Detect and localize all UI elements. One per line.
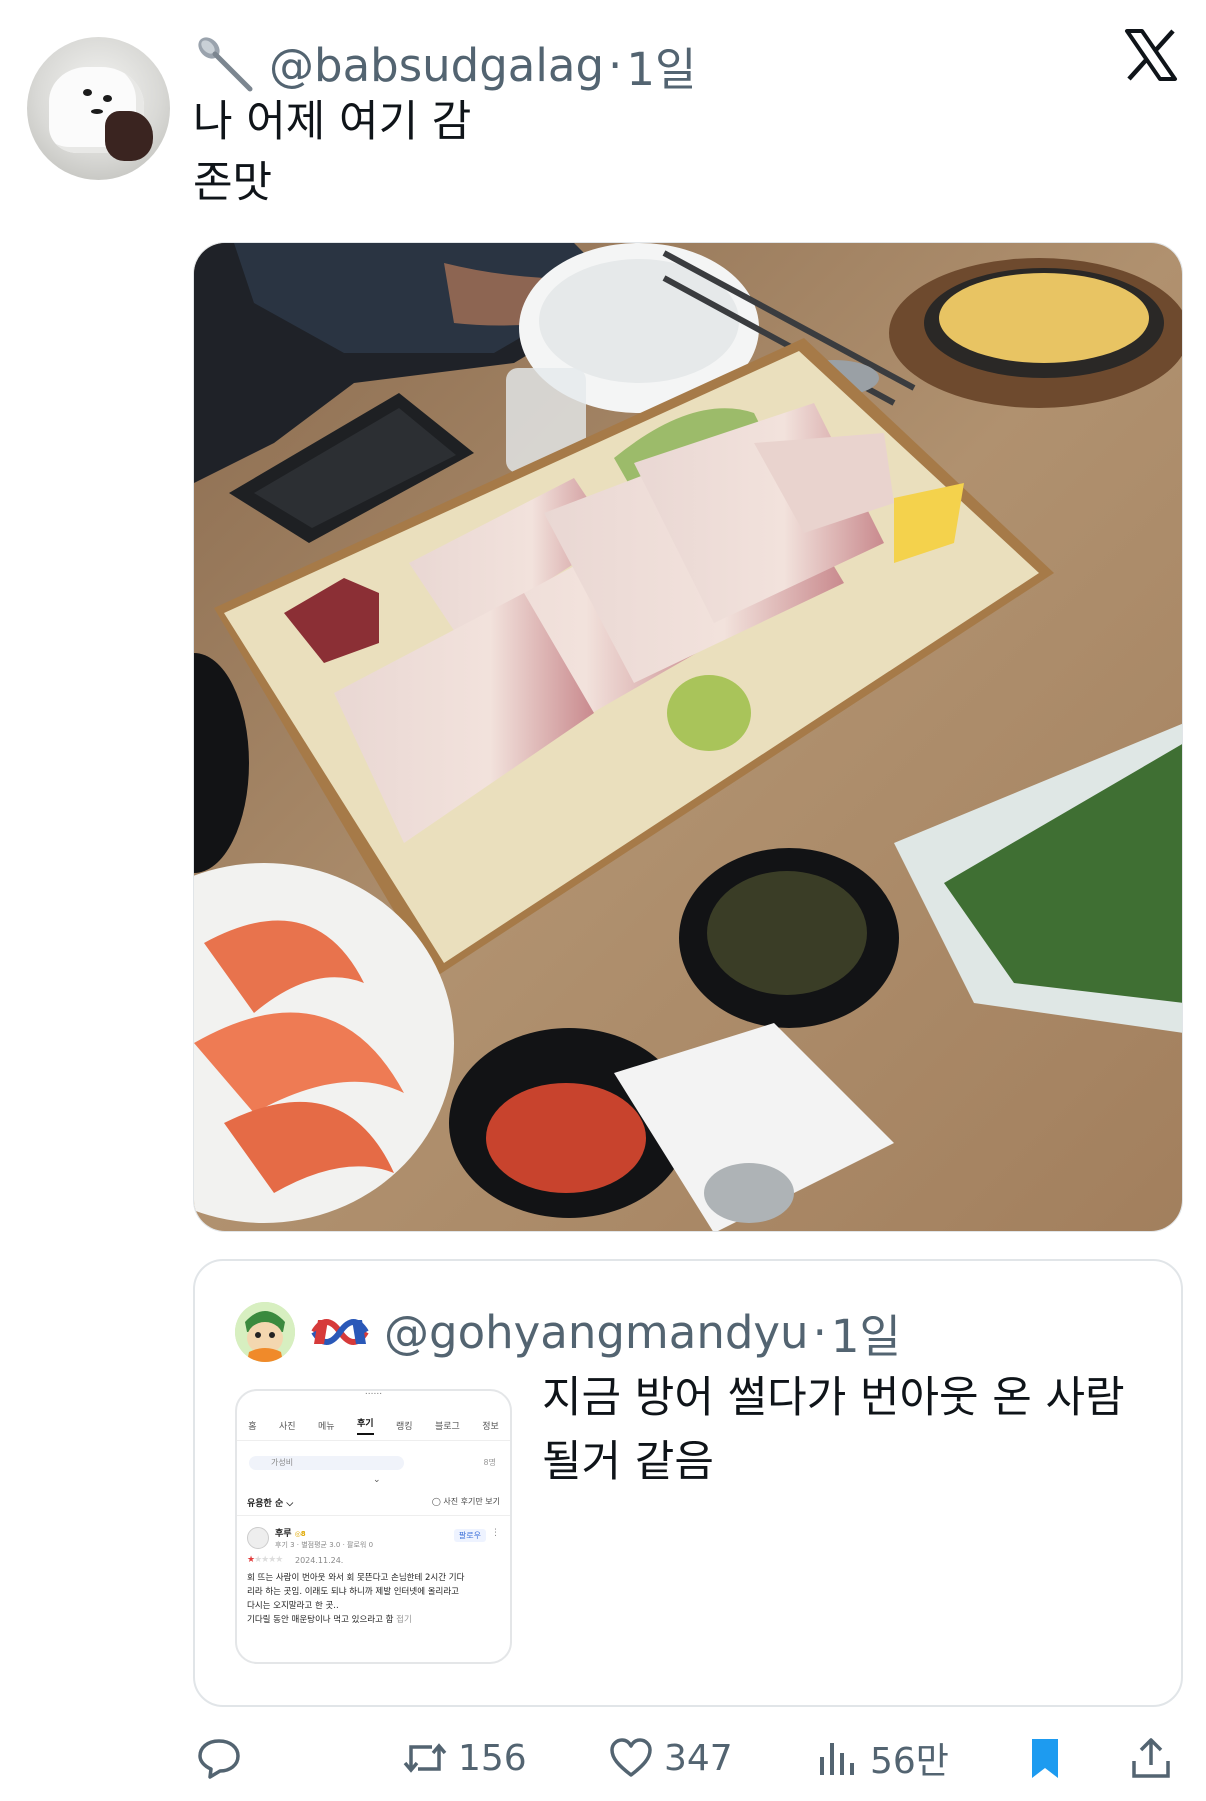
chevron-down-icon: ⌄ [373,1475,381,1485]
review-date: 2024.11.24. [295,1556,344,1565]
bookmark-icon [1032,1739,1058,1778]
review-body: 회 뜨는 사람이 번아웃 와서 회 못뜬다고 손님한테 2시간 기다 리라 하는… [247,1571,509,1627]
screenshot-tabs: 홈 사진 메뉴 후기 랭킹 블로그 정보 [237,1411,510,1441]
views-button[interactable]: 56만 [814,1733,949,1783]
screenshot-tab: 사진 [278,1422,296,1432]
author-handle[interactable]: @babsudgalag [269,39,604,92]
quote-text-line: 될거 같음 [542,1437,714,1487]
share-button[interactable] [1128,1733,1174,1783]
retweet-icon [403,1743,447,1773]
cake-eye [103,95,112,102]
retweet-button[interactable]: 156 [402,1733,527,1783]
cake-mouth [91,109,103,114]
quote-time[interactable]: 1일 [831,1300,901,1365]
reviewer-name: 후루 ◎8 [275,1526,306,1539]
review-collapse: 접기 [396,1615,412,1625]
screenshot-tab: 정보 [482,1422,499,1432]
separator-dot: · [812,1305,827,1359]
quote-author-handle[interactable]: @gohyangmandyu [384,1306,809,1359]
chocolate-graphic [105,111,153,161]
reply-button[interactable] [196,1733,242,1783]
reply-icon [198,1739,240,1779]
tweet-text-line: 나 어제 여기 감 [193,97,472,147]
heart-icon [610,1738,652,1777]
share-icon [1132,1738,1170,1778]
rating-stars: ★★★★★ [247,1555,283,1565]
spoon-icon [198,37,253,92]
screenshot-sort-label: 유용한 순 ⌵ [247,1499,294,1509]
review-line: 다시는 오지말라고 한 곳.. [247,1601,339,1611]
separator-dot: · [608,38,623,92]
retweet-count: 156 [458,1737,527,1779]
review-line: 회 뜨는 사람이 번아웃 와서 회 못뜬다고 손님한테 2시간 기다 [247,1573,465,1583]
reviewer-meta: 후기 3 · 별점평균 3.0 · 팔로워 0 [275,1541,374,1549]
cake-eye [83,89,92,96]
quote-header: @gohyangmandyu · 1일 [310,1299,901,1365]
screenshot-divider [237,1515,510,1516]
author-avatar[interactable] [27,37,170,180]
sashimi-photo-image [194,243,1182,1231]
reviewer-name-text: 후루 [275,1529,292,1539]
like-button[interactable]: 347 [608,1733,733,1783]
views-count: 56만 [870,1741,949,1782]
reviewer-avatar [247,1527,269,1549]
quote-text-line: 지금 방어 썰다가 번아웃 온 사람 [542,1373,1125,1423]
screenshot-title-cut: ...... [364,1389,383,1397]
screenshot-keyword-bar: 가성비 [249,1456,404,1470]
screenshot-keyword-count: 8명 [483,1458,496,1467]
screenshot-photo-only: ◯ 사진 후기만 보기 [431,1497,500,1506]
screenshot-follow-button: 팔로우 [453,1529,486,1542]
bookmark-button[interactable] [1022,1733,1068,1783]
more-dots-icon: ⋮ [491,1528,500,1538]
views-chart-icon [820,1743,854,1775]
screenshot-tab: 메뉴 [317,1422,335,1432]
screenshot-tab-active: 후기 [356,1416,374,1435]
knot-flag-icon [311,1319,369,1345]
review-screenshot[interactable]: ...... 홈 사진 메뉴 후기 랭킹 블로그 정보 가성비 8명 ⌄ 유용한… [235,1389,512,1664]
tweet-text-line: 존맛 [193,158,273,208]
x-logo-icon[interactable] [1124,28,1178,82]
quote-tweet-card[interactable]: @gohyangmandyu · 1일 ...... 홈 사진 메뉴 후기 랭킹… [193,1259,1183,1707]
tweet-actions: 156 347 56만 [0,1723,1206,1793]
reviewer-badge: ◎8 [294,1530,306,1538]
screenshot-tab: 랭킹 [395,1422,413,1432]
tweet-time[interactable]: 1일 [626,33,696,98]
screenshot-tab: 블로그 [434,1422,460,1432]
cartoon-avatar-image [235,1302,295,1362]
like-count: 347 [664,1737,733,1779]
review-line: 기다릴 동안 매운탕이나 먹고 있으라고 함 [247,1615,394,1625]
review-line: 리라 하는 곳임. 이래도 되냐 하니까 제발 인터넷에 올리라고 [247,1587,459,1597]
quote-author-avatar[interactable] [235,1302,295,1362]
tweet-photo[interactable] [193,242,1183,1232]
screenshot-tab: 홈 [248,1422,257,1432]
tweet-text: 나 어제 여기 감 존맛 [193,92,471,214]
tweet-header: @babsudgalag · 1일 [195,30,696,100]
quote-text: 지금 방어 썰다가 번아웃 온 사람 될거 같음 [542,1366,1125,1494]
